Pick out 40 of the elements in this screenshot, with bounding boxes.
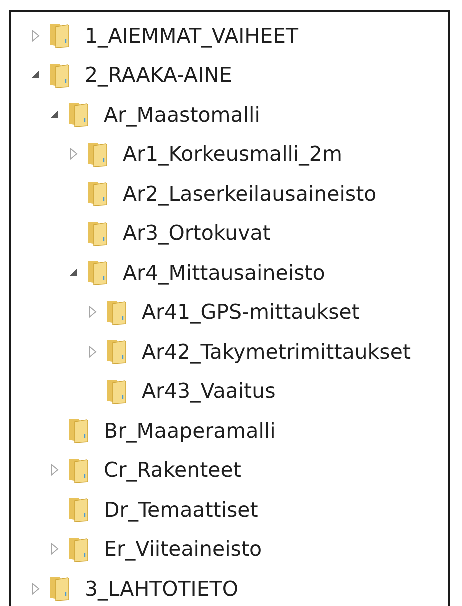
folder-name[interactable]: Er_Viiteaineisto xyxy=(104,537,262,562)
expand-arrow-icon[interactable] xyxy=(50,464,60,476)
folder-name[interactable]: 1_AIEMMAT_VAIHEET xyxy=(85,24,299,48)
expand-arrow-icon[interactable] xyxy=(31,30,41,42)
folder-name[interactable]: Ar_Maastomalli xyxy=(104,102,260,127)
folder-icon xyxy=(85,220,109,247)
folder-name[interactable]: Cr_Rakenteet xyxy=(104,458,242,482)
collapse-arrow-icon[interactable] xyxy=(31,70,41,80)
folder-name[interactable]: 2_RAAKA-AINE xyxy=(85,63,232,88)
folder-icon xyxy=(66,417,90,444)
folder-icon xyxy=(47,62,71,89)
folder-name[interactable]: Br_Maaperamalli xyxy=(104,418,276,443)
expand-arrow-icon[interactable] xyxy=(88,346,98,358)
folder-icon xyxy=(66,456,90,484)
folder-icon xyxy=(66,496,90,524)
folder-icon xyxy=(85,259,109,286)
expand-arrow-icon[interactable] xyxy=(31,582,41,595)
folder-icon xyxy=(66,101,90,128)
expand-arrow-icon[interactable] xyxy=(50,543,60,556)
folder-name[interactable]: 3_LAHTOTIETO xyxy=(85,576,238,601)
folder-icon xyxy=(85,180,109,208)
folder-icon xyxy=(104,298,128,326)
folder-name[interactable]: Dr_Temaattiset xyxy=(104,498,258,522)
folder-name[interactable]: Ar41_GPS-mittaukset xyxy=(142,300,360,324)
folder-name[interactable]: Ar4_Mittausaineisto xyxy=(123,260,326,285)
folder-icon xyxy=(85,140,109,168)
folder-icon xyxy=(47,575,71,602)
expand-arrow-icon[interactable] xyxy=(88,306,98,318)
folder-name[interactable]: Ar42_Takymetrimittaukset xyxy=(142,340,411,364)
expand-arrow-icon[interactable] xyxy=(69,148,79,160)
folder-name[interactable]: Ar43_Vaaitus xyxy=(142,379,276,404)
folder-name[interactable]: Ar2_Laserkeilausaineisto xyxy=(123,182,377,206)
folder-icon xyxy=(66,536,90,563)
folder-icon xyxy=(47,22,71,50)
collapse-arrow-icon[interactable] xyxy=(69,268,79,278)
folder-icon xyxy=(104,338,128,366)
collapse-arrow-icon[interactable] xyxy=(50,110,60,120)
folder-icon xyxy=(104,378,128,405)
folder-name[interactable]: Ar1_Korkeusmalli_2m xyxy=(123,142,342,166)
folder-name[interactable]: Ar3_Ortokuvat xyxy=(123,221,271,246)
